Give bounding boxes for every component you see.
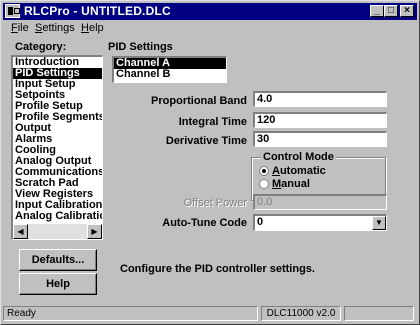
title-bar[interactable]: RLCPro - UNTITLED.DLC _ □ × bbox=[3, 3, 417, 20]
control-mode-title: Control Mode bbox=[261, 151, 336, 163]
menu-help[interactable]: Help bbox=[81, 22, 104, 34]
scroll-left-arrow-icon[interactable]: ◀ bbox=[13, 224, 28, 239]
status-text: Ready bbox=[3, 306, 258, 321]
pid-settings-title: PID Settings bbox=[108, 41, 173, 53]
manual-radio-dot[interactable] bbox=[259, 179, 269, 189]
menu-file[interactable]: File bbox=[11, 22, 29, 34]
status-version: DLC11000 v2.0 bbox=[261, 306, 341, 321]
category-list[interactable]: Introduction PID Settings Input Setup Se… bbox=[11, 55, 103, 240]
offset-power-label: Offset Power bbox=[183, 197, 247, 209]
close-button[interactable]: × bbox=[400, 5, 414, 17]
proportional-band-input[interactable]: 4.0 bbox=[253, 91, 387, 107]
auto-tune-code-label: Auto-Tune Code bbox=[162, 217, 247, 229]
defaults-button[interactable]: Defaults... bbox=[19, 249, 97, 271]
maximize-button[interactable]: □ bbox=[384, 5, 398, 17]
manual-label: anual bbox=[281, 178, 310, 190]
app-icon[interactable] bbox=[5, 4, 20, 18]
window-title: RLCPro - UNTITLED.DLC bbox=[24, 4, 171, 18]
auto-tune-code-value: 0 bbox=[257, 216, 264, 228]
integral-time-input[interactable]: 120 bbox=[253, 112, 387, 128]
menu-settings[interactable]: Settings bbox=[35, 22, 75, 34]
derivative-time-label: Derivative Time bbox=[165, 135, 247, 147]
chevron-down-icon[interactable]: ▼ bbox=[372, 216, 386, 230]
offset-power-input: 0.0 bbox=[253, 194, 387, 210]
automatic-label: utomatic bbox=[279, 165, 326, 177]
derivative-time-input[interactable]: 30 bbox=[253, 131, 387, 147]
auto-tune-code-select[interactable]: 0 ▼ bbox=[253, 214, 387, 231]
help-button[interactable]: Help bbox=[19, 273, 97, 295]
automatic-accel: A bbox=[272, 165, 280, 177]
manual-accel: M bbox=[272, 178, 282, 190]
category-label: Category: bbox=[15, 41, 67, 53]
automatic-radio-dot[interactable] bbox=[259, 166, 269, 176]
help-hint-text: Configure the PID controller settings. bbox=[120, 263, 315, 275]
status-bar: Ready DLC11000 v2.0 bbox=[3, 306, 417, 323]
status-extra bbox=[344, 306, 414, 321]
minimize-button[interactable]: _ bbox=[370, 5, 384, 17]
proportional-band-label: Proportional Band bbox=[151, 95, 247, 107]
channel-list[interactable]: Channel A Channel B bbox=[112, 56, 227, 83]
app-window: RLCPro - UNTITLED.DLC _ □ × File Setting… bbox=[0, 0, 420, 325]
scrollbar-track[interactable] bbox=[28, 224, 87, 239]
channel-item-b[interactable]: Channel B bbox=[114, 69, 226, 80]
integral-time-label: Integral Time bbox=[178, 116, 247, 128]
